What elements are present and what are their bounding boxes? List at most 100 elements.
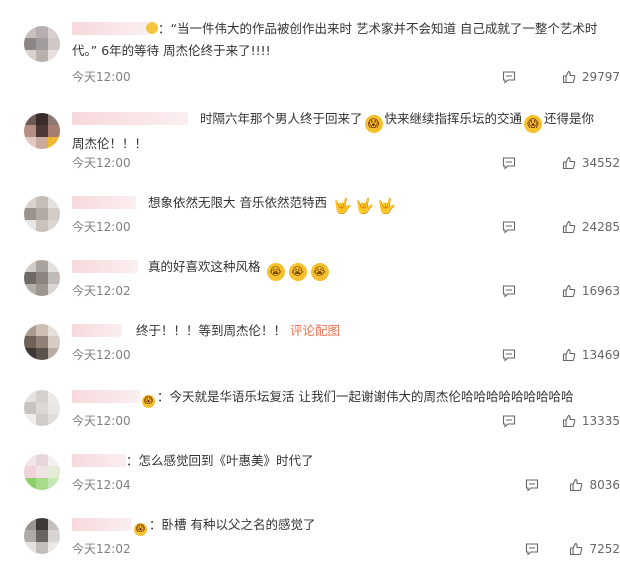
avatar[interactable]	[24, 260, 60, 296]
reply-button[interactable]	[502, 220, 516, 234]
comment-text: 想象依然无限大 音乐依然范特西 🤟 🤟 🤟	[72, 192, 602, 215]
comment-text-segment: ：怎么感觉回到《叶惠美》时代了	[126, 453, 314, 468]
reply-button[interactable]	[502, 156, 516, 170]
comment-actions: 29797	[502, 70, 620, 84]
comment-image-link[interactable]: 评论配图	[290, 323, 340, 338]
comment-text-segment: ：卧槽 有种以父之名的感觉了	[149, 517, 316, 532]
comment-text-segment: 时隔六年那个男人终于回来了	[200, 111, 363, 126]
username[interactable]	[72, 112, 188, 125]
rock-hand-emoji-icon: 🤟	[332, 197, 352, 215]
like-button[interactable]: 8036	[569, 478, 620, 492]
comment-time: 今天12:04	[72, 478, 131, 492]
username[interactable]	[72, 518, 132, 531]
thumbs-up-icon	[562, 414, 576, 428]
comment-body: 😱 ：今天就是华语乐坛复活 让我们一起谢谢伟大的周杰伦哈哈哈哈哈哈哈哈哈	[72, 386, 602, 408]
thumbs-up-icon	[569, 542, 583, 556]
like-button[interactable]: 29797	[562, 70, 620, 84]
comment-time: 今天12:02	[72, 542, 131, 556]
comment-text: 😱 ：今天就是华语乐坛复活 让我们一起谢谢伟大的周杰伦哈哈哈哈哈哈哈哈哈	[72, 386, 602, 408]
comment-list: ：“当一件伟大的作品被创作出来时 艺术家并不会知道 自己成就了一整个艺术时代。”…	[0, 0, 620, 572]
like-count: 8036	[589, 478, 620, 492]
username[interactable]	[72, 390, 140, 403]
comment-actions: 16963	[502, 284, 620, 298]
comment-actions: 13335	[502, 414, 620, 428]
vip-badge-icon	[146, 22, 158, 34]
comment-text-segment: 真的好喜欢这种风格	[148, 259, 261, 274]
avatar[interactable]	[24, 196, 60, 232]
username[interactable]	[72, 22, 148, 35]
crying-face-emoji-icon: 😭	[288, 263, 307, 281]
username[interactable]	[72, 196, 136, 209]
comment-icon	[502, 414, 516, 428]
comment-time: 今天12:00	[72, 348, 131, 362]
username[interactable]	[72, 324, 122, 337]
comment-text: 真的好喜欢这种风格 😭 😭 😭	[72, 256, 602, 281]
comment-body: 😱 ：卧槽 有种以父之名的感觉了	[72, 514, 602, 536]
like-count: 7252	[589, 542, 620, 556]
comment-body: 时隔六年那个男人终于回来了 😱 快来继续指挥乐坛的交通 😱 还得是你周杰伦！！！	[72, 108, 602, 155]
comment-time: 今天12:00	[72, 220, 131, 234]
comment-text: ：“当一件伟大的作品被创作出来时 艺术家并不会知道 自己成就了一整个艺术时代。”…	[72, 18, 602, 62]
comment-icon	[502, 220, 516, 234]
avatar[interactable]	[24, 113, 60, 149]
thumbs-up-icon	[562, 70, 576, 84]
like-button[interactable]: 7252	[569, 542, 620, 556]
vip-badge-icon: 😱	[142, 395, 155, 408]
crying-face-emoji-icon: 😭	[310, 263, 329, 281]
thumbs-up-icon	[562, 284, 576, 298]
like-count: 24285	[581, 220, 620, 234]
thumbs-up-icon	[569, 478, 583, 492]
reply-button[interactable]	[502, 348, 516, 362]
reply-button[interactable]	[502, 70, 516, 84]
crying-face-emoji-icon: 😭	[266, 263, 285, 281]
reply-button[interactable]	[525, 478, 539, 492]
comment-text-segment: 终于！！！等到周杰伦！！	[136, 323, 287, 338]
comment-text: ：怎么感觉回到《叶惠美》时代了	[72, 450, 602, 472]
comment-icon	[502, 348, 516, 362]
comment-body: ：怎么感觉回到《叶惠美》时代了	[72, 450, 602, 472]
avatar[interactable]	[24, 390, 60, 426]
comment-actions: 7252	[525, 542, 620, 556]
username[interactable]	[72, 454, 126, 467]
comment-body: 想象依然无限大 音乐依然范特西 🤟 🤟 🤟	[72, 192, 602, 215]
avatar[interactable]	[24, 454, 60, 490]
comment-actions: 13469	[502, 348, 620, 362]
reply-button[interactable]	[525, 542, 539, 556]
comment-text: 终于！！！等到周杰伦！！ 评论配图	[72, 320, 602, 342]
comment-time: 今天12:00	[72, 156, 131, 170]
comment-text-segment: 想象依然无限大 音乐依然范特西	[148, 195, 327, 210]
comment-text: 时隔六年那个男人终于回来了 😱 快来继续指挥乐坛的交通 😱 还得是你周杰伦！！！	[72, 108, 602, 155]
like-count: 13469	[581, 348, 620, 362]
screaming-face-emoji-icon: 😱	[364, 115, 383, 133]
rock-hand-emoji-icon: 🤟	[354, 197, 374, 215]
comment-actions: 24285	[502, 220, 620, 234]
comment-icon	[525, 478, 539, 492]
avatar[interactable]	[24, 26, 60, 62]
comment-text-segment: 快来继续指挥乐坛的交通	[384, 111, 523, 126]
screaming-face-emoji-icon: 😱	[524, 115, 543, 133]
comment-time: 今天12:02	[72, 284, 131, 298]
vip-badge-icon: 😱	[134, 523, 147, 536]
thumbs-up-icon	[562, 348, 576, 362]
thumbs-up-icon	[562, 220, 576, 234]
like-button[interactable]: 24285	[562, 220, 620, 234]
comment-icon	[502, 70, 516, 84]
like-count: 13335	[581, 414, 620, 428]
comment-actions: 8036	[525, 478, 620, 492]
like-button[interactable]: 16963	[562, 284, 620, 298]
avatar[interactable]	[24, 518, 60, 554]
reply-button[interactable]	[502, 284, 516, 298]
like-button[interactable]: 34552	[562, 156, 620, 170]
rock-hand-emoji-icon: 🤟	[376, 197, 396, 215]
like-count: 29797	[581, 70, 620, 84]
avatar[interactable]	[24, 324, 60, 360]
comment-text: 😱 ：卧槽 有种以父之名的感觉了	[72, 514, 602, 536]
reply-button[interactable]	[502, 414, 516, 428]
comment-time: 今天12:00	[72, 414, 131, 428]
comment-actions: 34552	[502, 156, 620, 170]
thumbs-up-icon	[562, 156, 576, 170]
username[interactable]	[72, 260, 138, 273]
like-button[interactable]: 13469	[562, 348, 620, 362]
like-button[interactable]: 13335	[562, 414, 620, 428]
comment-icon	[502, 284, 516, 298]
